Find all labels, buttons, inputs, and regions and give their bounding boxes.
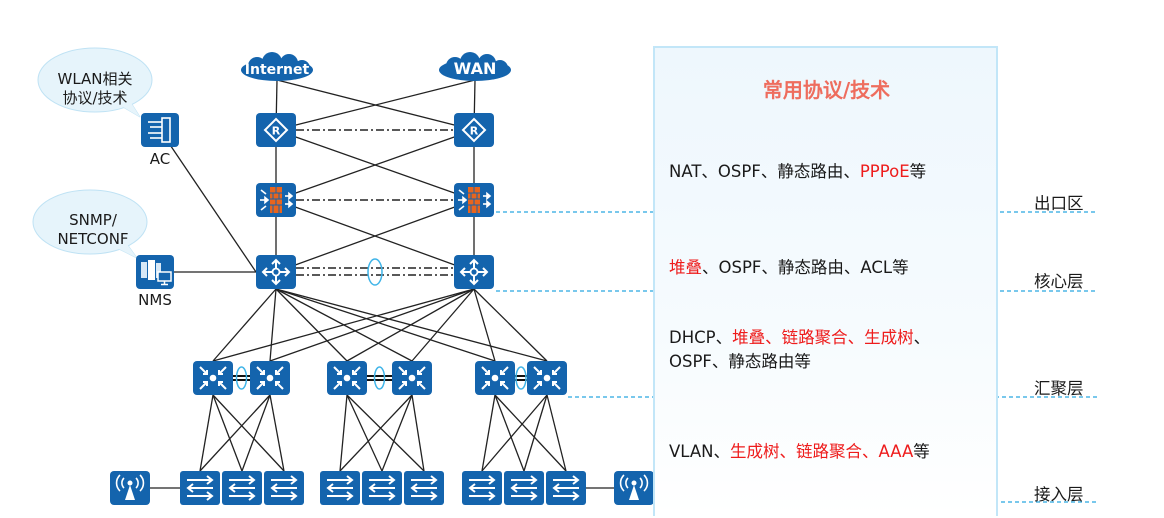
layer-label-aggregation: 汇聚层 [1034, 379, 1084, 398]
link [494, 394, 525, 472]
stack-ring [373, 366, 386, 390]
bubble-line: NETCONF [57, 230, 129, 248]
aggregation-switch-icon[interactable] [391, 360, 433, 396]
bubble-line: 协议/技术 [62, 89, 128, 107]
layer-label-core: 核心层 [1034, 272, 1084, 291]
access-switch-icon[interactable] [403, 470, 445, 506]
protocol-text: VLAN、 [669, 442, 730, 461]
link [212, 288, 277, 362]
router-icon[interactable] [453, 112, 495, 148]
protocol-highlight: 堆叠 [669, 258, 702, 277]
protocol-highlight: PPPoE [859, 162, 910, 181]
aggregation-switch-icon[interactable] [192, 360, 234, 396]
layer-label-exit: 出口区 [1034, 194, 1084, 213]
access-switch-icon[interactable] [179, 470, 221, 506]
aggregation-switch-icon[interactable] [526, 360, 568, 396]
link [481, 394, 548, 472]
bubble-line: SNMP/ [69, 211, 117, 229]
cloud-label: Internet [245, 62, 310, 78]
link [546, 394, 567, 472]
access-protocols: VLAN、生成树、链路聚合、AAA等 [669, 440, 930, 464]
link [339, 394, 413, 472]
access-switch-icon[interactable] [361, 470, 403, 506]
link [269, 288, 277, 362]
core-switch-icon[interactable] [453, 254, 495, 290]
router-icon[interactable] [255, 112, 297, 148]
layer-label-access: 接入层 [1034, 485, 1084, 504]
nms-server-icon[interactable] [135, 254, 175, 290]
protocol-text: 、 [913, 328, 931, 347]
link [212, 394, 243, 472]
protocol-text: DHCP、 [669, 328, 733, 347]
stack-ring [515, 366, 527, 390]
link [411, 394, 425, 472]
nms-label: NMS [138, 291, 172, 309]
ac-controller-icon[interactable] [140, 112, 180, 148]
link [275, 288, 548, 362]
aggregation-switch-icon[interactable] [326, 360, 368, 396]
aggregation-switch-icon[interactable] [249, 360, 291, 396]
ac-label: AC [149, 150, 171, 168]
link [275, 288, 413, 362]
access-switch-icon[interactable] [263, 470, 305, 506]
snmp-bubble-text: SNMP/ NETCONF [38, 211, 148, 249]
stack-ring [235, 366, 248, 390]
link [481, 394, 496, 472]
aggregation-switch-icon[interactable] [474, 360, 516, 396]
protocol-highlight: 生成树、链路聚合、AAA [730, 442, 914, 461]
link [339, 394, 348, 472]
link [269, 394, 285, 472]
protocol-text: NAT、OSPF、静态路由、 [669, 162, 860, 181]
wlan-bubble-text: WLAN相关 协议/技术 [40, 70, 150, 108]
link [241, 394, 271, 472]
wan-cloud: WAN [439, 52, 511, 81]
link [523, 394, 548, 472]
protocol-text: OSPF、静态路由等 [669, 352, 811, 371]
core-protocols: 堆叠、OSPF、静态路由、ACL等 [669, 256, 909, 280]
link [381, 394, 413, 472]
access-switch-icon[interactable] [461, 470, 503, 506]
firewall-icon[interactable] [453, 182, 495, 218]
core-switch-icon[interactable] [255, 254, 297, 290]
panel-title: 常用协议/技术 [762, 78, 891, 102]
link [212, 394, 285, 472]
access-switch-icon[interactable] [319, 470, 361, 506]
stack-ring [367, 258, 383, 286]
link [346, 394, 425, 472]
link [494, 394, 567, 472]
access-switch-icon[interactable] [503, 470, 545, 506]
links [130, 79, 634, 489]
protocol-text: 等 [913, 442, 930, 461]
bubble-line: WLAN相关 [57, 70, 133, 88]
firewall-icon[interactable] [255, 182, 297, 218]
exit-protocols: NAT、OSPF、静态路由、PPPoE等 [669, 160, 926, 184]
link [275, 288, 496, 362]
protocol-text: 、OSPF、静态路由、ACL等 [702, 258, 909, 277]
aggregation-protocols: DHCP、堆叠、链路聚合、生成树、 OSPF、静态路由等 [669, 326, 930, 374]
internet-cloud: Internet [241, 52, 313, 81]
link [275, 288, 348, 362]
protocol-highlight: 堆叠、链路聚合、生成树 [732, 328, 914, 347]
protocol-text: 等 [909, 162, 927, 181]
access-point-icon[interactable] [109, 470, 151, 506]
access-switch-icon[interactable] [221, 470, 263, 506]
access-point-icon[interactable] [613, 470, 655, 506]
access-switch-icon[interactable] [545, 470, 587, 506]
cloud-label: WAN [454, 59, 497, 78]
